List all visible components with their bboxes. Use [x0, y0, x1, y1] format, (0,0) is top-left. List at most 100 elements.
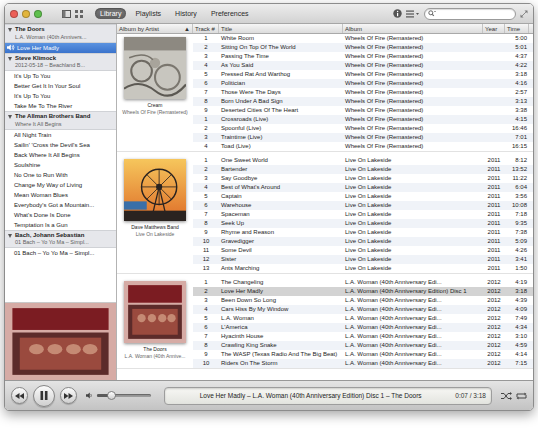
track-number: 5	[193, 314, 219, 323]
sidebar-group-header[interactable]: Bach, Johann Sebastian01 Bach – Yo Yo Ma…	[5, 230, 116, 249]
track-row[interactable]: 8Seek UpLive On Lakeside20119:35	[193, 219, 533, 228]
track-row[interactable]: 4As You SaidWheels Of Fire (Remastered)4…	[193, 61, 533, 70]
track-row[interactable]: 2BartenderLive On Lakeside201113:52	[193, 165, 533, 174]
sidebar-item[interactable]: Back Where It All Begins	[5, 150, 116, 160]
sidebar-item[interactable]: Temptation Is a Gun	[5, 220, 116, 230]
track-row[interactable]: 2Love Her MadlyL.A. Woman (40th Annivers…	[193, 287, 533, 296]
album-art[interactable]	[124, 37, 186, 99]
zoom-button[interactable]	[34, 10, 42, 18]
track-row[interactable]: 6WarehouseLive On Lakeside201110:08	[193, 201, 533, 210]
track-row[interactable]: 9The WASP (Texas Radio And The Big Beat)…	[193, 350, 533, 359]
sidebar-group-header[interactable]: Steve Klimock2012-05-18 – Beachland B...	[5, 53, 116, 72]
track-row[interactable]: 7Hyacinth HouseL.A. Woman (40th Annivers…	[193, 332, 533, 341]
track-row[interactable]: 1One Sweet WorldLive On Lakeside20118:12	[193, 156, 533, 165]
column-label: Track #	[195, 24, 215, 33]
item-title: Change My Way of Living	[14, 180, 82, 190]
tab[interactable]: History	[170, 8, 202, 19]
fullscreen-icon[interactable]	[520, 10, 528, 18]
track-row[interactable]: 3Been Down So LongL.A. Woman (40th Anniv…	[193, 296, 533, 305]
minimize-button[interactable]	[22, 10, 30, 18]
disclosure-icon[interactable]	[8, 115, 12, 119]
track-row[interactable]: 12SisterLive On Lakeside20113:41	[193, 255, 533, 264]
play-pause-button[interactable]	[33, 385, 55, 407]
sidebar-group-header[interactable]: The Allman Brothers BandWhere It All Beg…	[5, 111, 116, 130]
repeat-icon[interactable]	[516, 392, 527, 400]
track-title: Warehouse	[219, 201, 343, 210]
sidebar-item[interactable]: What's Done Is Done	[5, 210, 116, 220]
album-cell[interactable]: CreamWheels Of Fire (Remastered)	[117, 34, 193, 151]
track-row[interactable]: 2Sitting On Top Of The WorldWheels Of Fi…	[193, 43, 533, 52]
track-row[interactable]: 9Rhyme and ReasonLive On Lakeside20117:3…	[193, 228, 533, 237]
track-row[interactable]: 1Crossroads (Live)Wheels Of Fire (Remast…	[193, 115, 533, 124]
list-view-icon[interactable]	[406, 10, 420, 18]
column-header[interactable]: Track #	[193, 24, 219, 33]
track-row[interactable]: 3Passing The TimeWheels Of Fire (Remaste…	[193, 52, 533, 61]
track-time: 7:38	[505, 228, 529, 237]
sidebar-item[interactable]: Love Her Madly	[5, 43, 116, 53]
sidebar-item[interactable]: Mean Woman Blues	[5, 190, 116, 200]
track-row[interactable]: 3Traintime (Live)Wheels Of Fire (Remaste…	[193, 133, 533, 142]
tab[interactable]: Library	[95, 8, 126, 19]
sidebar-item[interactable]: No One to Run With	[5, 170, 116, 180]
track-row[interactable]: 11Some DevilLive On Lakeside20114:26	[193, 246, 533, 255]
album-cell[interactable]: The DoorsL.A. Woman (40th Annive...	[117, 278, 193, 368]
track-row[interactable]: 3Say GoodbyeLive On Lakeside201111:22	[193, 174, 533, 183]
tab[interactable]: Preferences	[206, 8, 254, 19]
sidebar-item[interactable]: Take Me To The River	[5, 101, 116, 111]
column-header[interactable]: Album by Artist▲	[117, 24, 193, 33]
search-field[interactable]	[424, 8, 516, 20]
track-row[interactable]: 7SpacemanLive On Lakeside20117:18	[193, 210, 533, 219]
sidebar-item[interactable]: Sailin' 'Cross the Devil's Sea	[5, 140, 116, 150]
sidebar-item[interactable]: Change My Way of Living	[5, 180, 116, 190]
info-icon[interactable]	[393, 9, 402, 18]
track-row[interactable]: 4Cars Hiss By My WindowL.A. Woman (40th …	[193, 305, 533, 314]
track-row[interactable]: 4Best of What's AroundLive On Lakeside20…	[193, 183, 533, 192]
track-row[interactable]: 13Ants MarchingLive On Lakeside20111:50	[193, 264, 533, 273]
track-row[interactable]: 1White RoomWheels Of Fire (Remastered)5:…	[193, 34, 533, 43]
sidebar-item[interactable]: Better Get It In Your Soul	[5, 81, 116, 91]
volume-slider[interactable]	[97, 394, 151, 397]
next-button[interactable]	[60, 387, 77, 404]
track-row[interactable]: 5Pressed Rat And WarthogWheels Of Fire (…	[193, 70, 533, 79]
search-input[interactable]	[438, 9, 512, 19]
column-header[interactable]: Time	[505, 24, 529, 33]
previous-button[interactable]	[11, 387, 28, 404]
column-header[interactable]: Album	[343, 24, 483, 33]
track-row[interactable]: 5CaptainLive On Lakeside20113:56	[193, 192, 533, 201]
track-row[interactable]: 2Spoonful (Live)Wheels Of Fire (Remaster…	[193, 124, 533, 133]
sidebar-item[interactable]: It's Up To You	[5, 71, 116, 81]
track-number: 7	[193, 88, 219, 97]
track-number: 2	[193, 165, 219, 174]
sidebar-item[interactable]: 01 Bach – Yo Yo Ma – Simpl...	[5, 248, 116, 258]
track-row[interactable]: 1The ChangelingL.A. Woman (40th Annivers…	[193, 278, 533, 287]
disclosure-icon[interactable]	[8, 57, 12, 61]
tab[interactable]: Playlists	[130, 8, 166, 19]
sidebar-item[interactable]: All Night Train	[5, 130, 116, 140]
column-header[interactable]: Year	[483, 24, 505, 33]
album-art[interactable]	[124, 159, 186, 221]
column-header[interactable]: Title	[219, 24, 343, 33]
album-art[interactable]	[124, 281, 186, 343]
volume-knob[interactable]	[107, 391, 116, 400]
sidebar-item[interactable]: It's Up To You	[5, 91, 116, 101]
sidebar-item[interactable]: Everybody's Got a Mountain...	[5, 200, 116, 210]
sidebar-item[interactable]: Soulshine	[5, 160, 116, 170]
track-row[interactable]: 6PoliticianWheels Of Fire (Remastered)4:…	[193, 79, 533, 88]
track-row[interactable]: 4Toad (Live)Wheels Of Fire (Remastered)1…	[193, 142, 533, 151]
track-row[interactable]: 10GravediggerLive On Lakeside20115:09	[193, 237, 533, 246]
track-row[interactable]: 5L.A. WomanL.A. Woman (40th Anniversary …	[193, 314, 533, 323]
disclosure-icon[interactable]	[8, 234, 12, 238]
album-cell[interactable]: Dave Matthews BandLive On Lakeside	[117, 156, 193, 273]
track-row[interactable]: 9Deserted Cities Of The HeartWheels Of F…	[193, 106, 533, 115]
track-row[interactable]: 7Those Were The DaysWheels Of Fire (Rema…	[193, 88, 533, 97]
track-row[interactable]: 6L'AmericaL.A. Woman (40th Anniversary E…	[193, 323, 533, 332]
sidebar-toggle-icon[interactable]	[62, 10, 71, 18]
grid-icon[interactable]	[75, 10, 83, 18]
close-button[interactable]	[10, 10, 18, 18]
shuffle-icon[interactable]	[501, 392, 512, 400]
track-row[interactable]: 8Crawling King SnakeL.A. Woman (40th Ann…	[193, 341, 533, 350]
track-row[interactable]: 8Born Under A Bad SignWheels Of Fire (Re…	[193, 97, 533, 106]
sidebar-group-header[interactable]: The DoorsL.A. Woman (40th Annivers...	[5, 24, 116, 43]
track-row[interactable]: 10Riders On The StormL.A. Woman (40th An…	[193, 359, 533, 368]
disclosure-icon[interactable]	[8, 28, 12, 32]
